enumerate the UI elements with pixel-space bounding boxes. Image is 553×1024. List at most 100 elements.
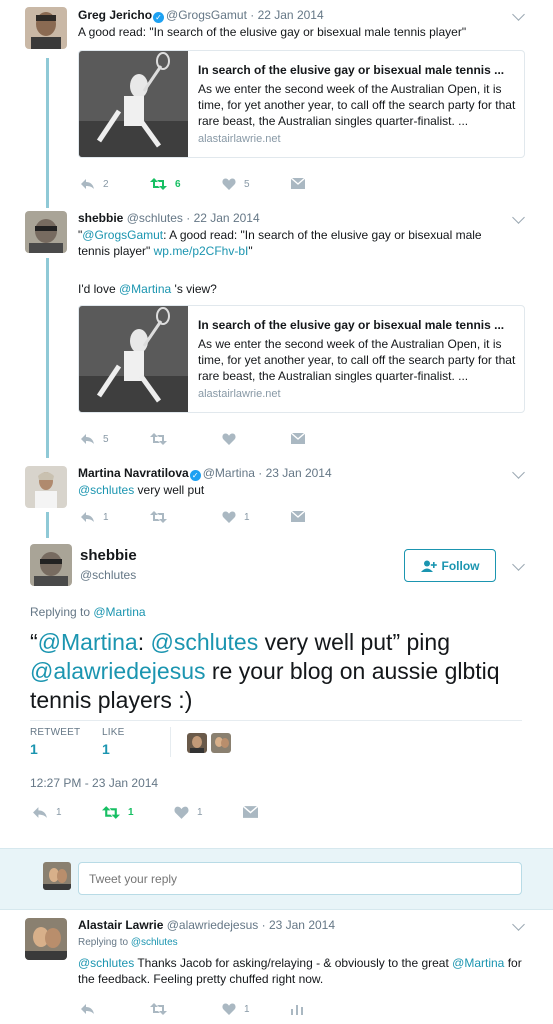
- author-name[interactable]: Martina Navratilova: [78, 466, 189, 480]
- like-count: 1: [244, 1003, 250, 1015]
- reply-button[interactable]: 5: [80, 433, 109, 445]
- avatar[interactable]: [25, 7, 67, 49]
- text-fragment: Thanks Jacob for asking/relaying - & obv…: [134, 956, 453, 970]
- mention-link[interactable]: @schlutes: [78, 956, 134, 970]
- avatar[interactable]: [25, 918, 67, 960]
- liker-avatar[interactable]: [187, 733, 207, 753]
- like-button[interactable]: 5: [222, 178, 250, 190]
- mention-link[interactable]: @schlutes: [78, 483, 134, 497]
- retweet-button[interactable]: 6: [150, 178, 181, 190]
- direct-message-button[interactable]: [291, 178, 305, 189]
- heart-icon: [174, 806, 189, 819]
- retweet-button[interactable]: 1: [102, 806, 134, 819]
- tweet-text: "@GrogsGamut: A good read: "In search of…: [78, 227, 508, 259]
- analytics-button[interactable]: [291, 1003, 303, 1015]
- reply-input[interactable]: [78, 862, 522, 895]
- add-user-icon: [420, 560, 437, 572]
- mention-link[interactable]: @GrogsGamut: [82, 228, 163, 242]
- chevron-down-icon[interactable]: [512, 211, 525, 224]
- separator: ·: [246, 8, 258, 22]
- direct-message-button[interactable]: [291, 433, 305, 444]
- retweet-button[interactable]: [150, 1003, 175, 1015]
- retweet-stat[interactable]: RETWEET 1: [30, 727, 80, 757]
- follow-label: Follow: [441, 558, 480, 573]
- reply-button[interactable]: 1: [32, 806, 62, 819]
- retweet-button[interactable]: [150, 511, 175, 523]
- like-button[interactable]: 1: [174, 806, 203, 819]
- replying-to: Replying to @Martina: [30, 605, 146, 619]
- tweet-date[interactable]: 23 Jan 2014: [266, 466, 332, 480]
- author-name[interactable]: Greg Jericho: [78, 8, 152, 22]
- main-tweet-text: “@Martina: @schlutes very well put” ping…: [30, 628, 520, 715]
- liker-avatar[interactable]: [211, 733, 231, 753]
- reply-count: 1: [103, 511, 109, 523]
- direct-message-button[interactable]: [291, 511, 305, 522]
- author-handle[interactable]: @GrogsGamut: [166, 8, 247, 22]
- direct-message-button[interactable]: [243, 806, 258, 818]
- author-name[interactable]: Alastair Lawrie: [78, 918, 163, 932]
- tweet-date[interactable]: 22 Jan 2014: [258, 8, 324, 22]
- text-fragment: I'd love: [78, 282, 119, 296]
- chevron-down-icon[interactable]: [512, 918, 525, 931]
- my-avatar[interactable]: [43, 862, 71, 890]
- author-handle[interactable]: @alawriedejesus: [163, 918, 259, 932]
- replying-to-label: Replying to: [30, 605, 94, 619]
- like-button[interactable]: 1: [222, 1003, 250, 1015]
- mention-link[interactable]: @Martina: [119, 282, 171, 296]
- tweet-greg-jericho[interactable]: Greg Jericho ✓ @GrogsGamut · 22 Jan 2014 A…: [0, 0, 553, 205]
- follow-button[interactable]: Follow: [404, 549, 496, 582]
- url-link[interactable]: wp.me/p2CFhv-bI: [154, 244, 249, 258]
- separator: ·: [254, 466, 266, 480]
- avatar[interactable]: [25, 211, 67, 253]
- retweet-icon: [150, 178, 167, 190]
- chevron-down-icon[interactable]: [512, 466, 525, 479]
- heart-icon: [222, 178, 236, 190]
- retweet-icon: [150, 433, 167, 445]
- reply-button[interactable]: [80, 1003, 103, 1015]
- like-stat[interactable]: LIKE 1: [102, 727, 124, 757]
- tweet-date[interactable]: 22 Jan 2014: [194, 211, 260, 225]
- heart-icon: [222, 433, 236, 445]
- author-name[interactable]: shebbie: [80, 547, 137, 564]
- replying-to-handle[interactable]: @schlutes: [131, 937, 178, 948]
- reply-count: 1: [56, 807, 62, 818]
- mention-link[interactable]: @alawriedejesus: [30, 658, 206, 684]
- replying-to-label: Replying to: [78, 937, 131, 948]
- author-handle[interactable]: @schlutes: [80, 568, 136, 582]
- tweet-shebbie-quote[interactable]: shebbie @schlutes · 22 Jan 2014 " @GrogsG…: [0, 205, 553, 460]
- author-handle[interactable]: @Martina: [203, 466, 255, 480]
- handle-text: @alawriedejesus: [166, 918, 259, 932]
- avatar[interactable]: [30, 544, 72, 586]
- replying-to-handle[interactable]: @Martina: [93, 605, 145, 619]
- card-domain: alastairlawrie.net: [198, 133, 281, 145]
- like-button[interactable]: 1: [222, 511, 250, 523]
- tweet-martina[interactable]: Martina Navratilova ✓ @Martina · 23 Jan 20…: [0, 460, 553, 535]
- link-card[interactable]: In search of the elusive gay or bisexual…: [78, 305, 525, 413]
- author-name[interactable]: shebbie: [78, 211, 123, 225]
- mention-link[interactable]: @Martina: [452, 956, 504, 970]
- like-count: 5: [244, 178, 250, 190]
- text-fragment: 's view?: [171, 282, 217, 296]
- link-card[interactable]: In search of the elusive gay or bisexual…: [78, 50, 525, 158]
- replying-to: Replying to @schlutes: [78, 937, 178, 948]
- heart-icon: [222, 1003, 236, 1015]
- text-fragment: “: [30, 629, 38, 655]
- envelope-icon: [291, 511, 305, 522]
- retweet-button[interactable]: [150, 433, 175, 445]
- tweet-timestamp[interactable]: 12:27 PM - 23 Jan 2014: [30, 776, 158, 790]
- avatar[interactable]: [25, 466, 67, 508]
- chevron-down-icon[interactable]: [512, 8, 525, 21]
- like-button[interactable]: [222, 433, 244, 445]
- tweet-text-line2: I'd love @Martina 's view?: [78, 281, 518, 297]
- card-title: In search of the elusive gay or bisexual…: [198, 63, 505, 77]
- handle-text: @schlutes: [126, 211, 183, 225]
- like-count: 1: [244, 511, 250, 523]
- reply-button[interactable]: 2: [80, 178, 109, 190]
- mention-link[interactable]: @Martina: [38, 629, 138, 655]
- tweet-alastair-lawrie[interactable]: Alastair Lawrie @alawriedejesus · 23 Jan…: [0, 910, 553, 1024]
- author-handle[interactable]: @schlutes: [123, 211, 183, 225]
- tweet-date[interactable]: 23 Jan 2014: [269, 918, 335, 932]
- mention-link[interactable]: @schlutes: [151, 629, 259, 655]
- reply-button[interactable]: 1: [80, 511, 109, 523]
- reply-count: 5: [103, 433, 109, 445]
